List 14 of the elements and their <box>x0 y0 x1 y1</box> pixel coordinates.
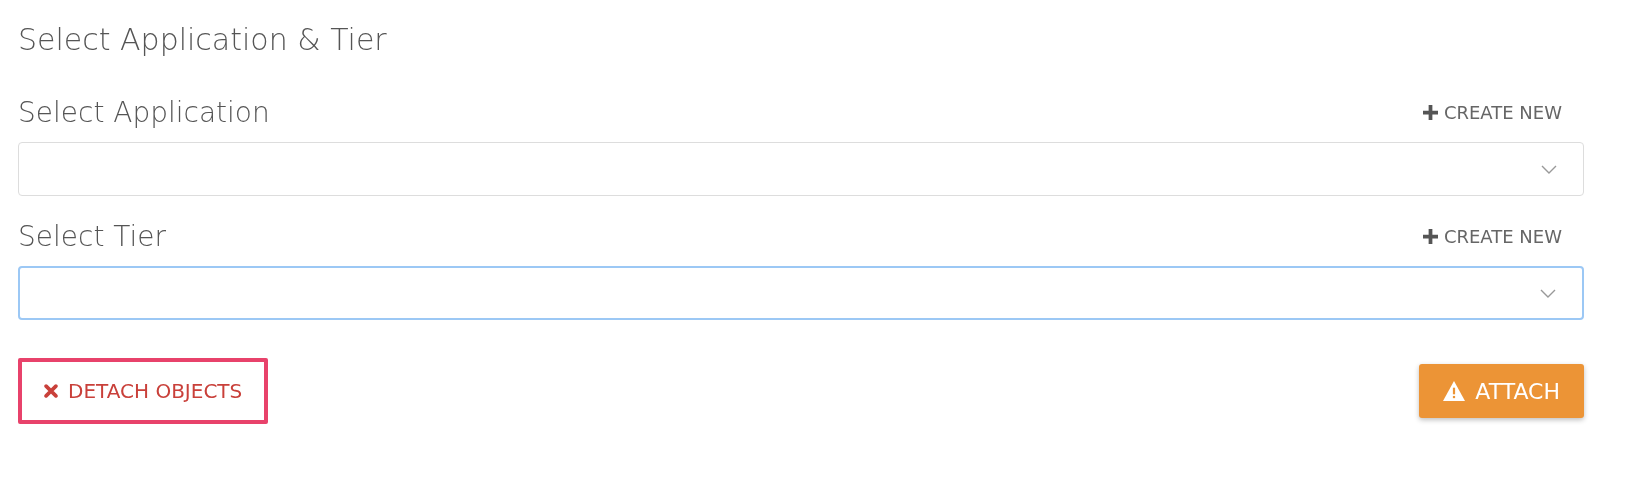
create-new-link[interactable]: CREATE NEW <box>1422 225 1562 247</box>
plus-icon <box>1422 228 1438 244</box>
create-new-link[interactable]: CREATE NEW <box>1422 101 1562 123</box>
warning-icon <box>1443 381 1466 401</box>
field-label: Select Tier <box>18 219 167 253</box>
close-icon <box>44 384 58 398</box>
detach-objects-button[interactable]: DETACH OBJECTS <box>18 358 269 424</box>
plus-icon <box>1422 104 1438 120</box>
select-field[interactable] <box>18 142 1584 196</box>
chevron-down-icon <box>1540 288 1556 298</box>
section-title: Select Application & Tier <box>18 22 388 59</box>
select-field[interactable] <box>18 266 1584 320</box>
chevron-down-icon <box>1541 164 1557 174</box>
field-label: Select Application <box>18 95 270 129</box>
